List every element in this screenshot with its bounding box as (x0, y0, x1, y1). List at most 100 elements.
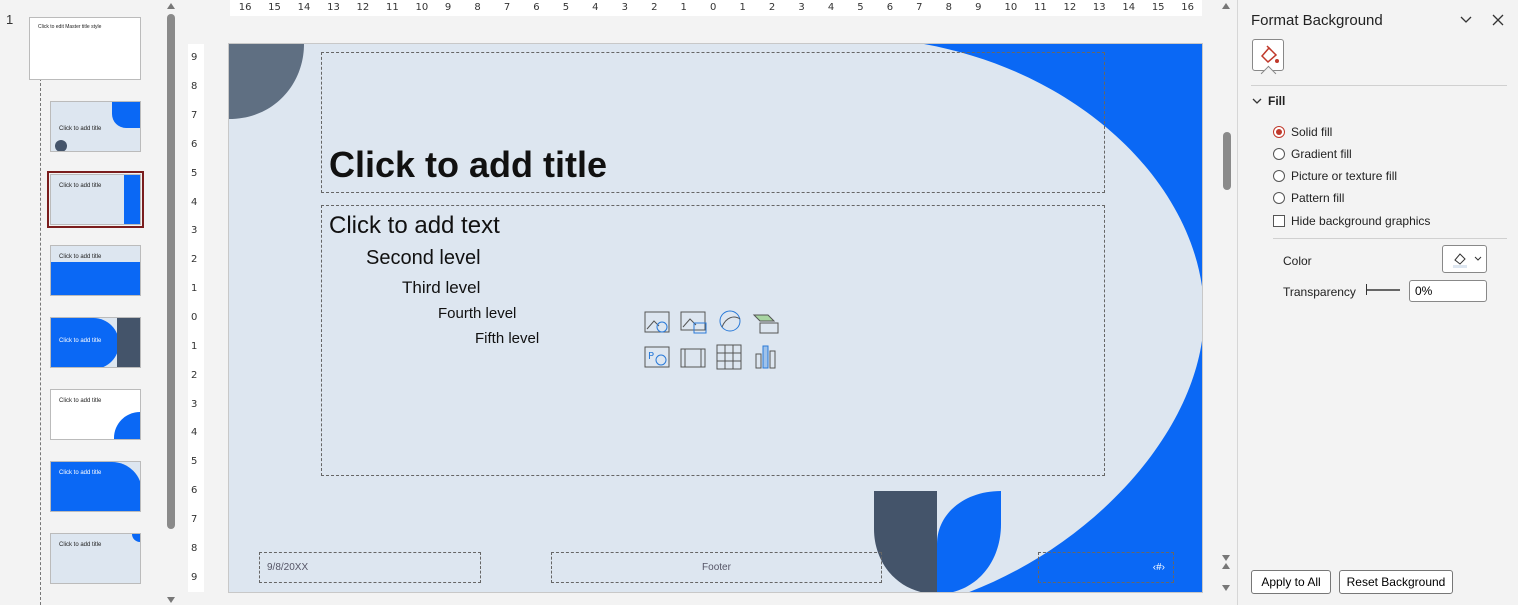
thumbnail-layout-4[interactable]: Click to add title (50, 317, 141, 368)
corner-quarter-circle (229, 44, 304, 119)
ruler-tick-label: 13 (1092, 2, 1106, 13)
fill-divider (1273, 238, 1507, 239)
insert-video-icon[interactable] (680, 346, 708, 372)
ruler-tick-label: 5 (191, 456, 198, 468)
thumbnail-layout-5[interactable]: Click to add title (50, 389, 141, 440)
apply-to-all-button[interactable]: Apply to All (1251, 570, 1331, 594)
insert-chart-icon[interactable] (752, 344, 780, 370)
ruler-tick-label: 12 (356, 2, 370, 13)
thumbnail-layout-6[interactable]: Click to add title (50, 461, 141, 512)
color-picker-button[interactable] (1442, 245, 1487, 273)
ruler-tick-label: 1 (680, 2, 687, 13)
ruler-tick-label: 8 (945, 2, 952, 13)
ruler-tick-label: 15 (1151, 2, 1165, 13)
ruler-tick-label: 7 (191, 513, 198, 525)
format-background-pane: Format Background Fill Solid fill Gradie… (1237, 0, 1518, 605)
ruler-tick-label: 13 (327, 2, 340, 13)
footer-placeholder[interactable]: Footer (551, 552, 882, 583)
thumbnail-layout-4-title: Click to add title (59, 338, 102, 344)
reset-background-button[interactable]: Reset Background (1339, 570, 1453, 594)
gradient-fill-option[interactable]: Gradient fill (1273, 147, 1352, 161)
solid-fill-option[interactable]: Solid fill (1273, 125, 1332, 139)
thumbnail-layout-3[interactable]: Click to add title (50, 245, 141, 296)
picture-fill-label: Picture or texture fill (1291, 169, 1398, 183)
close-icon[interactable] (1490, 12, 1506, 28)
fill-tab[interactable] (1252, 39, 1284, 71)
slide-canvas[interactable]: Click to add title Click to add text Sec… (228, 43, 1203, 593)
editor-scroll-up-icon[interactable] (1222, 3, 1230, 9)
thumbnail-master-title: Click to edit Master title style (38, 24, 102, 30)
ruler-tick-label: 8 (191, 81, 198, 93)
ruler-tick-label: 9 (975, 2, 982, 13)
pattern-fill-option[interactable]: Pattern fill (1273, 191, 1344, 205)
ruler-tick-label: 6 (191, 138, 198, 150)
scroll-up-icon[interactable] (167, 3, 175, 9)
paint-bucket-icon (1260, 45, 1279, 64)
ruler-tick-label: 14 (1122, 2, 1136, 13)
transparency-input[interactable] (1409, 280, 1487, 302)
insert-smartart-icon[interactable] (752, 311, 780, 337)
insert-cameo-icon[interactable]: P (644, 346, 672, 372)
ruler-tick-label: 6 (191, 485, 198, 497)
text-level-5: Fifth level (475, 330, 540, 347)
thumbnail-layout-1[interactable]: Click to add title (50, 101, 141, 152)
title-placeholder[interactable]: Click to add title (321, 52, 1105, 193)
pane-title: Format Background (1251, 12, 1383, 29)
ruler-tick-label: 12 (1063, 2, 1077, 13)
pattern-fill-label: Pattern fill (1291, 191, 1345, 205)
ruler-tick-label: 10 (415, 2, 429, 13)
thumbnail-layout-2-selected[interactable]: Click to add title (47, 171, 144, 228)
transparency-slider[interactable] (1366, 284, 1400, 295)
ruler-tick-label: 11 (1034, 2, 1047, 13)
scroll-thumb[interactable] (167, 14, 175, 529)
ruler-tick-label: 3 (621, 2, 628, 13)
pattern-fill-radio[interactable] (1273, 192, 1285, 204)
gradient-fill-radio[interactable] (1273, 148, 1285, 160)
thumbnail-layout-5-title: Click to add title (59, 398, 102, 404)
insert-table-icon[interactable] (716, 344, 744, 370)
date-text: 9/8/20XX (267, 562, 309, 573)
slide-number-text: ‹#› (1152, 562, 1165, 573)
editor-scrollbar[interactable] (1220, 0, 1234, 605)
slide-number-placeholder[interactable]: ‹#› (1038, 552, 1174, 583)
next-slide-icon[interactable] (1222, 585, 1230, 591)
thumbnails-scrollbar[interactable] (165, 0, 177, 605)
solid-fill-radio[interactable] (1273, 126, 1285, 138)
ruler-tick-label: 9 (191, 571, 198, 583)
blue-leaf-shape (937, 491, 1001, 592)
ruler-tick-label: 1 (191, 283, 198, 295)
hide-background-checkbox[interactable] (1273, 215, 1285, 227)
vertical-ruler: 9 8 7 6 5 4 3 2 1 0 1 2 3 4 5 6 7 8 9 (188, 44, 204, 592)
editor-scroll-thumb[interactable] (1223, 132, 1231, 190)
ruler-tick-label: 5 (857, 2, 864, 13)
insert-picture-icon[interactable] (644, 311, 672, 337)
picture-fill-option[interactable]: Picture or texture fill (1273, 169, 1397, 183)
editor-scroll-down-icon[interactable] (1222, 555, 1230, 561)
date-placeholder[interactable]: 9/8/20XX (259, 552, 481, 583)
ruler-tick-label: 7 (916, 2, 923, 13)
ruler-tick-label: 15 (268, 2, 281, 13)
ruler-tick-label: 7 (191, 110, 198, 122)
ruler-tick-label: 0 (710, 2, 717, 13)
ruler-tick-label: 10 (1004, 2, 1018, 13)
previous-slide-icon[interactable] (1222, 563, 1230, 569)
hide-background-option[interactable]: Hide background graphics (1273, 214, 1430, 228)
fill-section-header[interactable]: Fill (1252, 94, 1285, 108)
chevron-down-icon[interactable] (1458, 12, 1474, 28)
content-placeholder[interactable]: Click to add text Second level Third lev… (321, 205, 1105, 476)
text-level-4: Fourth level (438, 305, 517, 322)
ruler-tick-label: 3 (798, 2, 805, 13)
stock-images-icon[interactable] (680, 311, 708, 337)
gradient-fill-label: Gradient fill (1291, 147, 1352, 161)
ruler-tick-label: 3 (191, 225, 198, 237)
thumbnail-master[interactable]: Click to edit Master title style (29, 17, 141, 80)
thumbnail-layout-7[interactable]: Click to add title (50, 533, 141, 584)
ruler-tick-label: 9 (444, 2, 452, 13)
ruler-tick-label: 6 (533, 2, 540, 13)
scroll-down-icon[interactable] (167, 597, 175, 603)
transparency-label: Transparency (1283, 285, 1356, 299)
text-level-3: Third level (402, 278, 481, 297)
insert-icons-icon[interactable] (716, 307, 744, 333)
picture-fill-radio[interactable] (1273, 170, 1285, 182)
ruler-tick-label: 0 (191, 312, 198, 323)
